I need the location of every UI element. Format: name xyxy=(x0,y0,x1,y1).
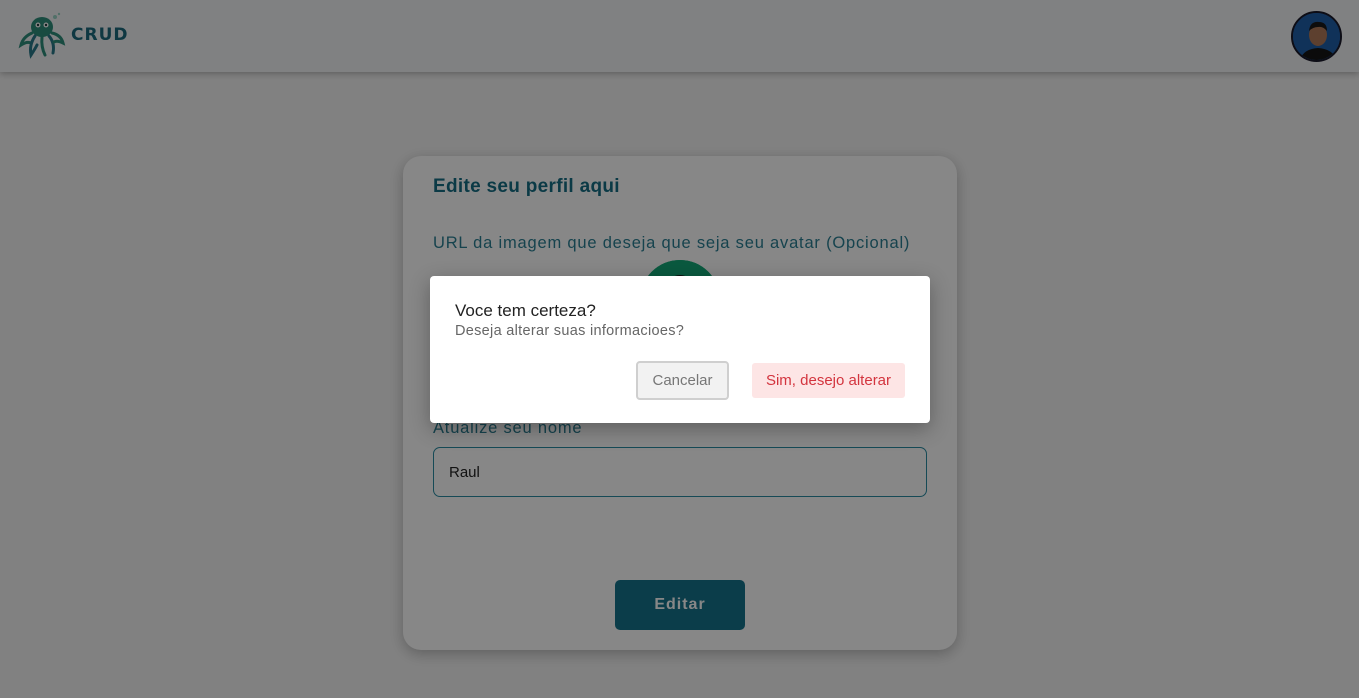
confirmation-dialog: Voce tem certeza? Deseja alterar suas in… xyxy=(430,276,930,423)
dialog-message: Deseja alterar suas informacioes? xyxy=(455,323,685,339)
confirm-alter-button[interactable]: Sim, desejo alterar xyxy=(752,363,905,398)
cancel-button[interactable]: Cancelar xyxy=(636,361,729,400)
dialog-title: Voce tem certeza? xyxy=(455,301,596,320)
app-root: CRUD Edite seu perfil aqui URL da imagem… xyxy=(0,0,1359,698)
